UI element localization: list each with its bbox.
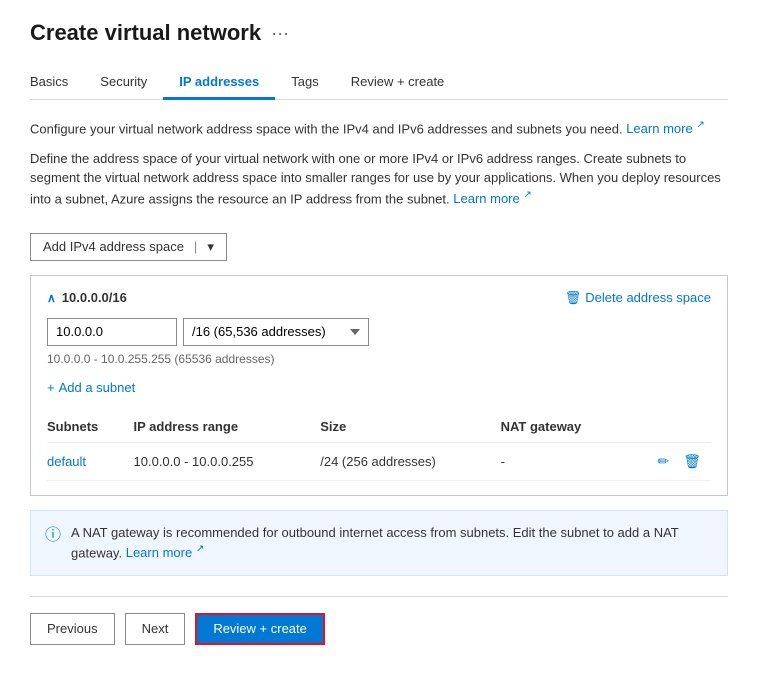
cidr-select[interactable]: /16 (65,536 addresses) /8 (16,777,216 ad… — [183, 318, 369, 346]
address-space-card: ∧ 10.0.0.0/16 🗑 Delete address space /16… — [30, 275, 728, 496]
nat-notice: ⓘ A NAT gateway is recommended for outbo… — [30, 510, 728, 576]
tab-basics[interactable]: Basics — [30, 66, 84, 100]
ext-link-icon-1: ↗ — [696, 120, 704, 131]
description-1: Configure your virtual network address s… — [30, 118, 728, 139]
info-icon: ⓘ — [45, 524, 61, 548]
page-title: Create virtual network — [30, 20, 261, 46]
edit-subnet-button[interactable]: ✏ — [655, 451, 671, 472]
add-subnet-button[interactable]: + Add a subnet — [47, 376, 135, 399]
table-row: default 10.0.0.0 - 10.0.0.255 /24 (256 a… — [47, 442, 711, 480]
col-header-size: Size — [320, 413, 500, 443]
dropdown-chevron-icon: ▾ — [207, 239, 214, 255]
address-range-text: 10.0.0.0 - 10.0.255.255 (65536 addresses… — [47, 352, 711, 366]
button-divider: | — [194, 239, 197, 254]
review-create-button[interactable]: Review + create — [195, 613, 325, 645]
add-ipv4-button[interactable]: Add IPv4 address space | ▾ — [30, 233, 227, 261]
delete-subnet-button[interactable]: 🗑 — [681, 451, 703, 472]
collapse-icon[interactable]: ∧ — [47, 291, 56, 305]
previous-button[interactable]: Previous — [30, 613, 115, 645]
subnet-name-link[interactable]: default — [47, 454, 86, 469]
col-header-subnets: Subnets — [47, 413, 134, 443]
nat-ext-link-icon: ↗ — [196, 544, 204, 555]
footer-divider — [30, 596, 728, 597]
subnets-table: Subnets IP address range Size NAT gatewa… — [47, 413, 711, 481]
address-space-title: ∧ 10.0.0.0/16 — [47, 290, 127, 305]
col-header-nat: NAT gateway — [501, 413, 630, 443]
subnet-size: /24 (256 addresses) — [320, 442, 500, 480]
subnet-ip-range: 10.0.0.0 - 10.0.0.255 — [134, 442, 321, 480]
tabs-row: Basics Security IP addresses Tags Review… — [30, 66, 728, 100]
ext-link-icon-2: ↗ — [523, 190, 531, 201]
learn-more-link-1[interactable]: Learn more ↗ — [626, 121, 705, 136]
tab-ip-addresses[interactable]: IP addresses — [163, 66, 275, 100]
tab-tags[interactable]: Tags — [275, 66, 334, 100]
subnet-nat: - — [501, 442, 630, 480]
learn-more-link-2[interactable]: Learn more ↗ — [453, 191, 532, 206]
ellipsis-menu-icon[interactable]: ··· — [271, 23, 289, 44]
next-button[interactable]: Next — [125, 613, 186, 645]
plus-icon: + — [47, 380, 55, 395]
address-space-header: ∧ 10.0.0.0/16 🗑 Delete address space — [47, 290, 711, 306]
tab-review-create[interactable]: Review + create — [335, 66, 461, 100]
description-2: Define the address space of your virtual… — [30, 149, 728, 209]
col-header-ip-range: IP address range — [134, 413, 321, 443]
row-action-icons: ✏ 🗑 — [630, 451, 703, 472]
nat-learn-more-link[interactable]: Learn more ↗ — [126, 545, 205, 560]
tab-security[interactable]: Security — [84, 66, 163, 100]
footer-buttons: Previous Next Review + create — [30, 613, 728, 645]
ip-address-input[interactable] — [47, 318, 177, 346]
delete-address-space-link[interactable]: 🗑 Delete address space — [565, 290, 711, 306]
trash-icon: 🗑 — [565, 290, 582, 306]
address-inputs-row: /16 (65,536 addresses) /8 (16,777,216 ad… — [47, 318, 711, 346]
